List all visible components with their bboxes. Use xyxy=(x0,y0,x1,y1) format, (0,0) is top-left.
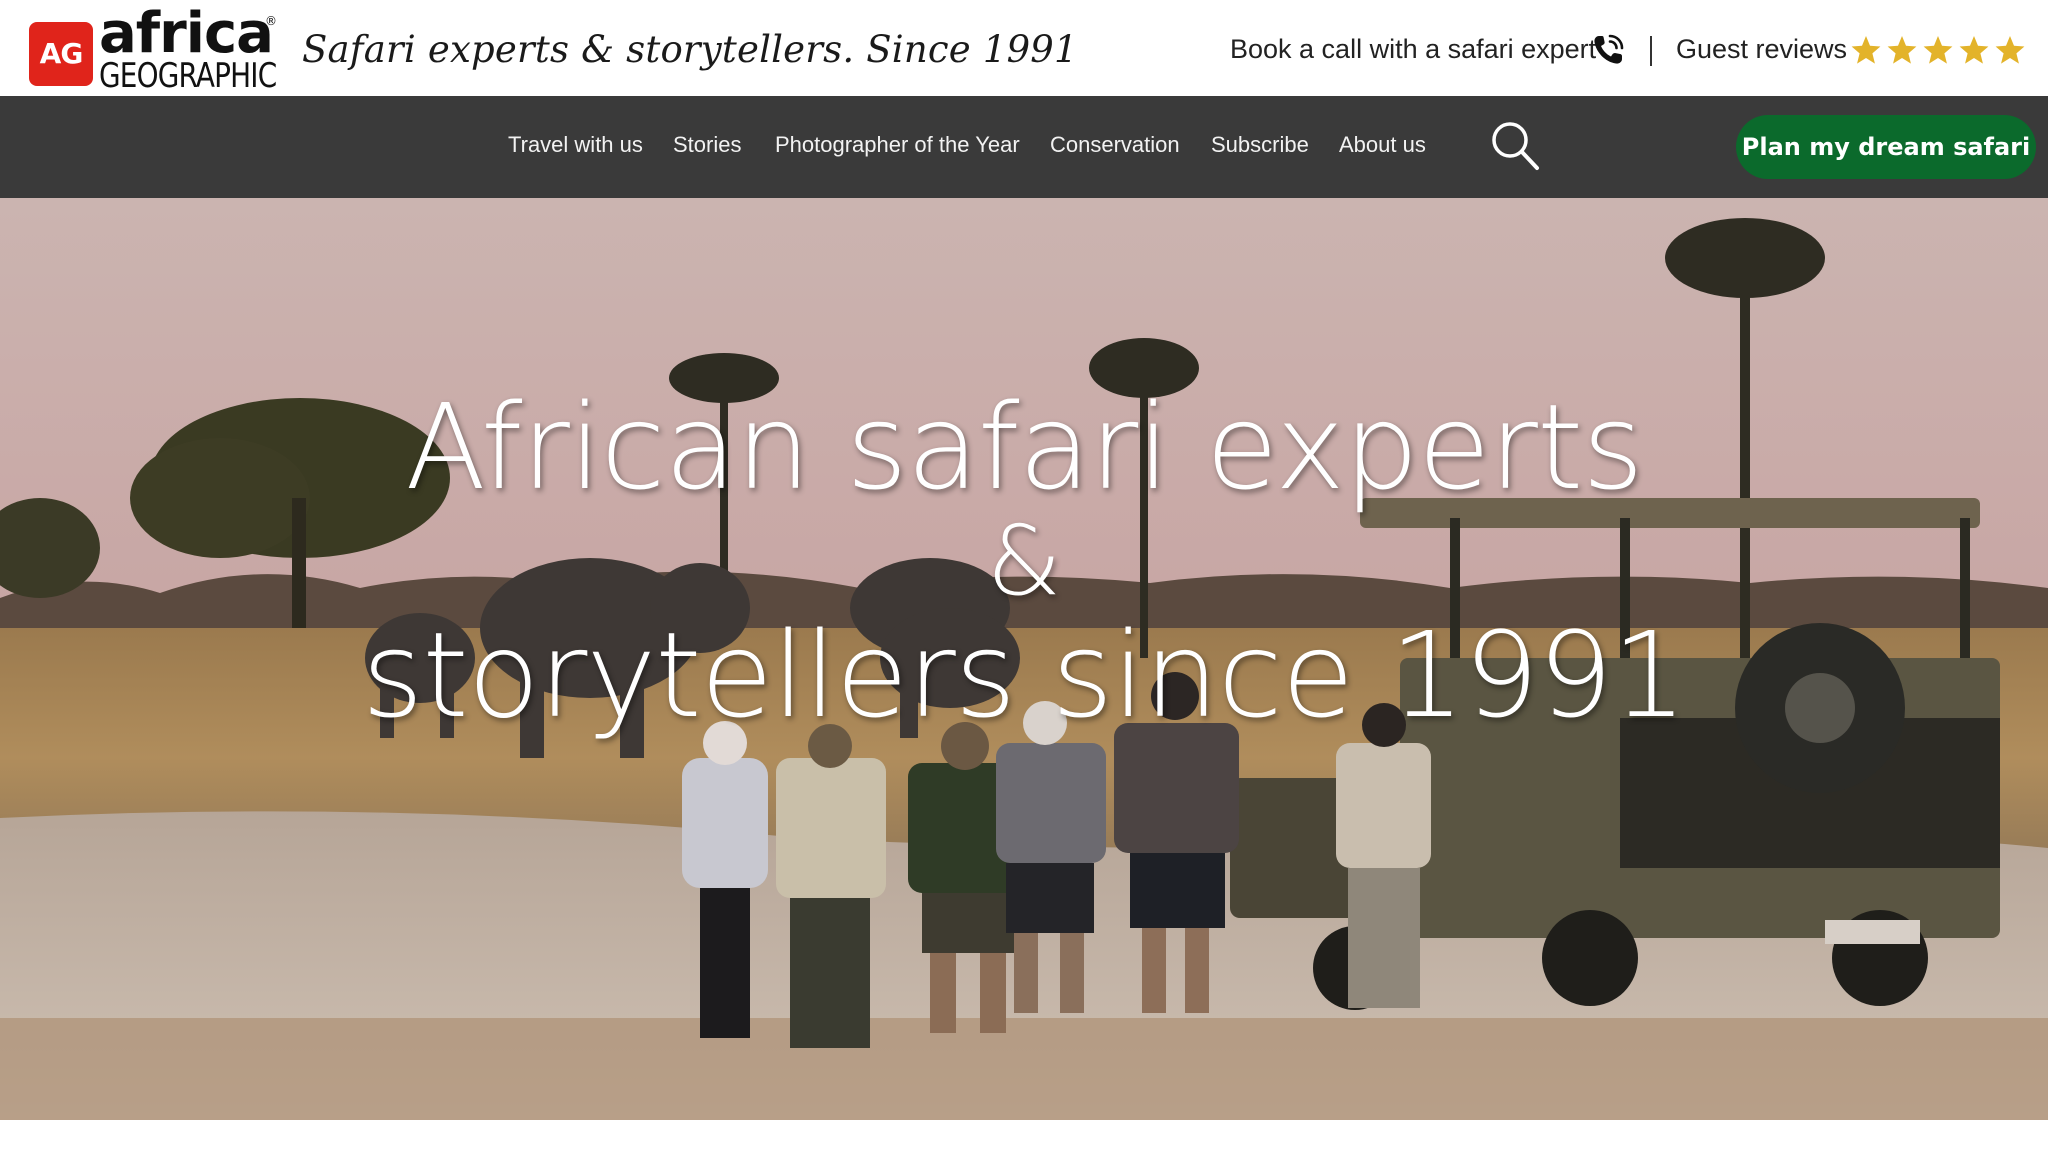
page-bottom-space xyxy=(0,1120,2048,1152)
logo-registered-mark: ® xyxy=(265,14,277,28)
plan-dream-safari-button[interactable]: Plan my dream safari xyxy=(1736,115,2036,179)
search-icon[interactable] xyxy=(1490,120,1540,172)
star-icon xyxy=(1887,36,1917,64)
phone-icon[interactable] xyxy=(1590,32,1626,68)
star-icon xyxy=(1995,36,2025,64)
main-nav: Travel with us Stories Photographer of t… xyxy=(0,96,2048,198)
nav-conservation[interactable]: Conservation xyxy=(1050,132,1180,158)
star-icon xyxy=(1851,36,1881,64)
guest-reviews-link[interactable]: Guest reviews xyxy=(1676,34,1847,65)
hero-banner: African safari experts & storytellers si… xyxy=(0,198,2048,1120)
hero-heading: African safari experts & storytellers si… xyxy=(0,388,2048,734)
star-icon xyxy=(1959,36,1989,64)
header-divider xyxy=(1650,36,1652,66)
logo[interactable]: AG africa ® GEOGRAPHIC xyxy=(29,4,279,94)
nav-travel-with-us[interactable]: Travel with us xyxy=(508,132,643,158)
nav-about-us[interactable]: About us xyxy=(1339,132,1426,158)
logo-wordmark: africa xyxy=(99,1,274,66)
hero-line-2: & xyxy=(986,505,1062,617)
nav-stories[interactable]: Stories xyxy=(673,132,741,158)
star-icon xyxy=(1923,36,1953,64)
hero-line-3: storytellers since 1991 xyxy=(361,606,1687,744)
logo-subtitle: GEOGRAPHIC xyxy=(99,56,277,96)
top-bar: AG africa ® GEOGRAPHIC Safari experts & … xyxy=(0,0,2048,96)
nav-photographer-of-the-year[interactable]: Photographer of the Year xyxy=(775,132,1020,158)
rating-stars[interactable] xyxy=(1850,34,2030,68)
book-call-link[interactable]: Book a call with a safari expert xyxy=(1230,34,1596,65)
logo-badge: AG xyxy=(29,22,93,86)
nav-subscribe[interactable]: Subscribe xyxy=(1211,132,1309,158)
tagline: Safari experts & storytellers. Since 199… xyxy=(302,28,1078,71)
hero-line-1: African safari experts xyxy=(405,378,1643,516)
